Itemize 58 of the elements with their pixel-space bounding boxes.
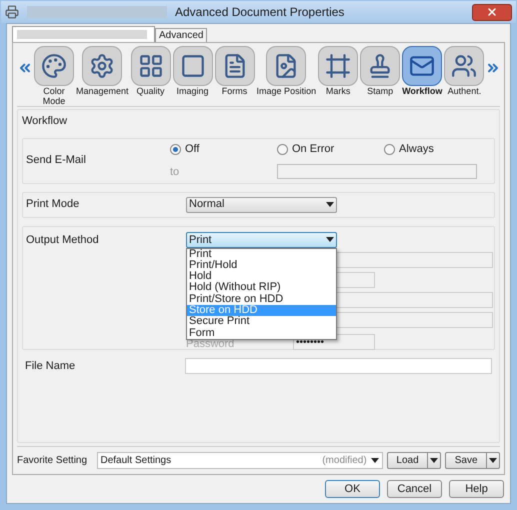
square-icon [180,53,206,79]
palette-icon [41,53,67,79]
tab[interactable]: Advanced [155,28,208,42]
tab[interactable] [12,26,155,42]
category-button[interactable]: Management [75,46,130,96]
category-button[interactable]: Imaging [172,46,214,96]
field-label: Send E-Mail [26,153,87,168]
dropdown-arrow-icon [430,458,438,463]
favorite-setting-dropdown[interactable]: Default Settings (modified) [96,452,383,469]
radio-button[interactable] [170,144,181,155]
field-label: Password [186,338,236,350]
dropdown-option[interactable]: Print/Hold [187,260,336,272]
field-label: Favorite Setting [17,454,88,468]
category-button[interactable]: Marks [317,46,360,96]
dropdown-option[interactable]: Print/Store on HDD [187,294,336,305]
category-button[interactable]: Color Mode [33,46,75,106]
frame-icon [325,53,352,79]
dropdown-arrow-icon [326,237,334,242]
category-button[interactable]: Authent. [443,46,486,96]
radio-option[interactable]: On Error [277,141,384,158]
password-field[interactable]: •••••••• [293,334,375,350]
field-label: Output Method [26,232,100,248]
dialog-button[interactable]: OK [325,480,380,498]
close-icon [486,6,498,18]
radio-button[interactable] [277,144,288,155]
dialog-button[interactable]: Help [449,480,504,498]
split-button[interactable]: Load [386,452,442,469]
category-button[interactable]: Stamp [359,46,402,96]
section-title: Workflow [22,114,68,129]
radio-option[interactable]: Always [384,141,491,158]
output-method-dropdown[interactable]: Print [186,232,337,248]
grid-icon [138,53,164,79]
window-title: Advanced Document Properties [175,4,344,21]
gear-icon [89,53,116,79]
radio-option[interactable]: Off [170,141,277,158]
file-name-field[interactable] [185,358,492,374]
dropdown-arrow-icon [326,202,334,207]
category-button[interactable]: Image Position [256,46,318,96]
dropdown-option[interactable]: Hold (Without RIP) [187,282,336,294]
dropdown-option[interactable]: Print [187,248,336,260]
dropdown-arrow-icon [489,458,497,463]
dialog-button[interactable]: Cancel [387,480,442,498]
split-button[interactable]: Save [445,452,500,469]
dropdown-arrow-icon [370,458,379,463]
field-label: Print Mode [26,197,80,212]
print-mode-dropdown[interactable]: Normal [186,196,337,212]
printer-icon [5,5,19,19]
email-field[interactable] [277,164,477,180]
close-button[interactable] [472,4,512,20]
users-icon [451,53,478,79]
radio-button[interactable] [384,144,395,155]
dropdown-option[interactable]: Hold [187,271,336,282]
dropdown-option[interactable]: Secure Print [187,316,336,328]
category-button[interactable]: Forms [214,46,256,96]
category-button[interactable]: Workflow [401,46,444,96]
category-button[interactable]: Quality [130,46,172,96]
field-label: to [170,164,180,180]
field-label: File Name [25,358,76,374]
